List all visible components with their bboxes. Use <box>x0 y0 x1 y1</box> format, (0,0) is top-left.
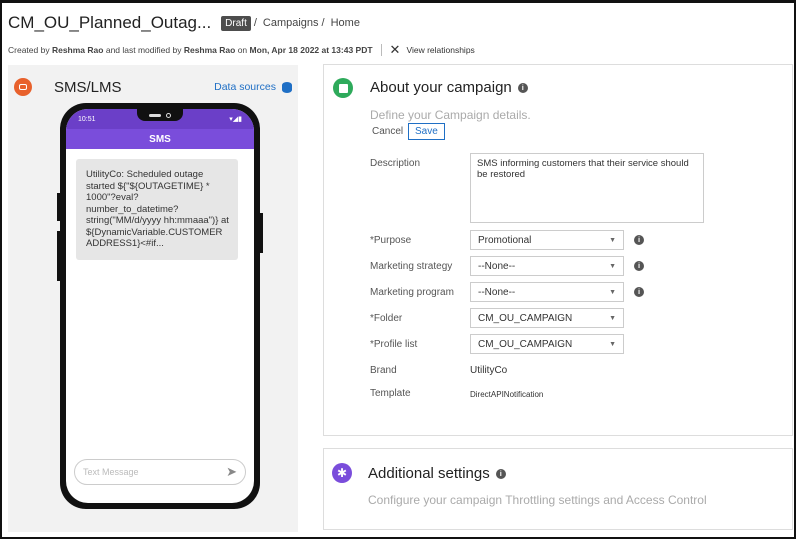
view-relationships-link[interactable]: ✕ View relationships <box>390 42 475 58</box>
speaker-icon <box>149 113 161 117</box>
additional-title: Additional settings <box>368 465 490 482</box>
compose-placeholder: Text Message <box>83 467 139 477</box>
phone-side-button <box>260 213 263 253</box>
chevron-down-icon: ▼ <box>609 236 616 244</box>
marketing-program-value: --None-- <box>478 286 516 298</box>
marketing-program-info-icon[interactable]: i <box>634 287 644 297</box>
phone-notch <box>137 109 183 121</box>
data-sources-link[interactable]: Data sources <box>214 81 292 93</box>
brand-label: Brand <box>370 365 397 376</box>
marketing-strategy-value: --None-- <box>478 260 516 272</box>
chevron-down-icon: ▼ <box>609 288 616 296</box>
phone-time: 10:51 <box>78 115 96 123</box>
phone-side-button <box>57 193 60 221</box>
sms-panel-header: SMS/LMS Data sources <box>14 75 292 99</box>
title-row: CM_OU_Planned_Outag... Draft / Campaigns… <box>8 12 788 34</box>
signal-battery-icons: ▾◢▮ <box>229 116 242 123</box>
profile-list-value: CM_OU_CAMPAIGN <box>478 338 573 350</box>
additional-settings-card[interactable]: ✱ Additional settings i Configure your ca… <box>323 448 793 530</box>
cancel-button[interactable]: Cancel <box>372 126 403 137</box>
meta-row: Created by Reshma Rao and last modified … <box>8 42 788 58</box>
relationships-icon: ✕ <box>389 42 401 57</box>
sms-message-bubble: UtilityCo: Scheduled outage started ${"$… <box>76 159 238 260</box>
purpose-select[interactable]: Promotional ▼ <box>470 230 624 250</box>
marketing-program-select[interactable]: --None-- ▼ <box>470 282 624 302</box>
marketing-strategy-select[interactable]: --None-- ▼ <box>470 256 624 276</box>
additional-title-row: Additional settings i <box>368 465 506 482</box>
about-title-row: About your campaign i <box>370 79 528 96</box>
meta-created-prefix: Created by <box>8 45 50 55</box>
chevron-down-icon: ▼ <box>609 314 616 322</box>
meta-created-by: Reshma Rao <box>51 45 104 55</box>
meta-on-prefix: on <box>237 45 248 55</box>
profile-list-select[interactable]: CM_OU_CAMPAIGN ▼ <box>470 334 624 354</box>
sms-icon <box>14 78 32 96</box>
info-icon[interactable]: i <box>517 83 528 94</box>
meta-modified-on: Mon, Apr 18 2022 at 13:43 PDT <box>249 45 373 55</box>
phone-mockup: 10:51 ▾◢▮ SMS UtilityCo: Scheduled outag… <box>57 103 263 509</box>
description-textarea[interactable]: SMS informing customers that their servi… <box>470 153 704 223</box>
marketing-strategy-label: Marketing strategy <box>370 261 453 272</box>
purpose-info-icon[interactable]: i <box>634 235 644 245</box>
breadcrumb-campaigns[interactable]: Campaigns <box>263 17 319 29</box>
marketing-program-label: Marketing program <box>370 287 454 298</box>
chevron-down-icon: ▼ <box>609 262 616 270</box>
folder-select[interactable]: CM_OU_CAMPAIGN ▼ <box>470 308 624 328</box>
campaign-details-icon <box>333 78 353 98</box>
phone-screen: 10:51 ▾◢▮ SMS UtilityCo: Scheduled outag… <box>66 109 254 503</box>
folder-value: CM_OU_CAMPAIGN <box>478 312 573 324</box>
breadcrumb-separator: / <box>321 17 325 29</box>
status-badge: Draft <box>221 15 251 31</box>
sms-panel-title: SMS/LMS <box>54 78 122 96</box>
phone-side-button <box>57 231 60 281</box>
purpose-label: *Purpose <box>370 235 412 246</box>
about-subtitle: Define your Campaign details. <box>370 108 531 122</box>
profile-list-label: *Profile list <box>370 339 418 350</box>
view-relationships-label: View relationships <box>406 45 475 55</box>
sms-preview-panel: SMS/LMS Data sources 10:51 ▾◢▮ SMS Utili… <box>8 65 298 532</box>
info-icon[interactable]: i <box>495 469 506 480</box>
camera-icon <box>166 112 171 118</box>
phone-status-bar: 10:51 ▾◢▮ <box>66 109 254 129</box>
phone-app-bar: SMS <box>66 129 254 149</box>
about-title: About your campaign <box>370 79 512 96</box>
brand-value: UtilityCo <box>470 365 508 376</box>
about-campaign-card: About your campaign i Define your Campaig… <box>323 64 793 436</box>
meta-modified-prefix: and last modified by <box>105 45 182 55</box>
page-header: CM_OU_Planned_Outag... Draft / Campaigns… <box>8 12 788 62</box>
gear-icon: ✱ <box>332 463 352 483</box>
breadcrumb-separator: / <box>253 17 257 29</box>
description-label: Description <box>370 158 421 169</box>
database-icon <box>282 81 292 93</box>
chevron-down-icon: ▼ <box>609 340 616 348</box>
breadcrumb-home[interactable]: Home <box>331 17 360 29</box>
data-sources-label: Data sources <box>214 81 276 93</box>
marketing-strategy-info-icon[interactable]: i <box>634 261 644 271</box>
compose-message-field[interactable]: Text Message ➤ <box>74 459 246 485</box>
purpose-value: Promotional <box>478 234 532 246</box>
page-title: CM_OU_Planned_Outag... <box>8 13 212 32</box>
save-button[interactable]: Save <box>408 123 445 140</box>
folder-label: *Folder <box>370 313 403 324</box>
template-label: Template <box>370 388 411 399</box>
meta-modified-by: Reshma Rao <box>183 45 236 55</box>
meta-divider <box>380 44 382 56</box>
template-value: DirectAPINotification <box>470 390 544 399</box>
additional-subtitle: Configure your campaign Throttling setti… <box>368 493 707 507</box>
send-icon[interactable]: ➤ <box>226 464 237 480</box>
